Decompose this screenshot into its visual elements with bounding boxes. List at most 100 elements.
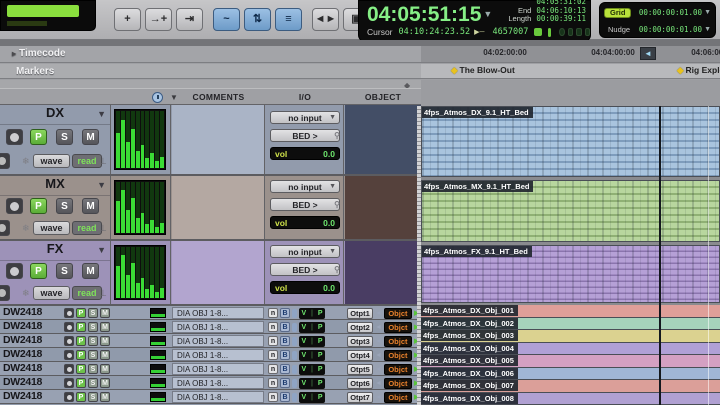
input-monitor-button[interactable]: P bbox=[76, 336, 86, 346]
main-counter[interactable]: 04:05:51:15 ▼ bbox=[367, 2, 492, 27]
automation-mode-button[interactable]: read bbox=[72, 154, 102, 168]
track-view-selector[interactable]: wave bbox=[33, 286, 70, 300]
comments-cell[interactable]: DIA OBJ 1-8... bbox=[172, 349, 264, 361]
bus-button[interactable]: B bbox=[280, 322, 290, 332]
track-name[interactable]: DW2418 bbox=[3, 376, 42, 388]
solo-button[interactable]: S bbox=[56, 198, 73, 214]
mirrored-editing-button[interactable]: ~ bbox=[213, 8, 240, 31]
track-name[interactable]: DX ▼ bbox=[0, 105, 110, 125]
input-monitor-button[interactable]: P bbox=[76, 350, 86, 360]
mute-button[interactable]: M bbox=[100, 322, 110, 332]
solo-button[interactable]: S bbox=[88, 364, 98, 374]
input-selector[interactable]: no input ▼ bbox=[270, 245, 340, 258]
solo-button[interactable]: S bbox=[88, 322, 98, 332]
input-monitor-button[interactable]: P bbox=[30, 198, 47, 214]
grid-mode-button[interactable]: Grid bbox=[604, 7, 632, 18]
output-selector[interactable]: Otpt1 bbox=[347, 307, 373, 319]
markers-ruler[interactable]: ◆The Blow-Out ◆Rig Explode bbox=[421, 64, 720, 78]
chevron-down-icon[interactable]: ▼ bbox=[97, 180, 106, 190]
output-selector[interactable]: BED > ⚲ bbox=[270, 129, 340, 142]
object-toggle-button[interactable]: Objct bbox=[383, 349, 412, 361]
audio-clip-obj[interactable]: 4fps_Atmos_DX_Obj_001 bbox=[421, 305, 720, 318]
audio-clip-obj[interactable]: 4fps_Atmos_DX_Obj_006 bbox=[421, 367, 720, 380]
input-button[interactable] bbox=[0, 220, 10, 236]
output-window-icon[interactable]: ⊥ bbox=[99, 223, 108, 234]
output-selector[interactable]: Otpt2 bbox=[347, 321, 373, 333]
volume-readout[interactable]: vol 0.0 bbox=[270, 147, 340, 160]
record-enable-button[interactable] bbox=[64, 336, 74, 346]
audio-clip-dx-bed[interactable]: 4fps_Atmos_DX_9.1_HT_Bed bbox=[421, 106, 720, 177]
audio-clip-obj[interactable]: 4fps_Atmos_DX_Obj_005 bbox=[421, 355, 720, 368]
vol-pan-readout[interactable]: V | P bbox=[299, 321, 325, 333]
bus-button[interactable]: B bbox=[280, 364, 290, 374]
chevron-down-icon[interactable]: ▼ bbox=[704, 26, 711, 33]
vol-pan-readout[interactable]: V | P bbox=[299, 335, 325, 347]
input-selector[interactable]: no input ▼ bbox=[270, 111, 340, 124]
comments-column-header[interactable]: COMMENTS bbox=[172, 92, 265, 102]
audio-clip-obj[interactable]: 4fps_Atmos_DX_Obj_002 bbox=[421, 317, 720, 330]
timecode-ruler[interactable]: 04:02:00:00 04:04:00:00 04:06:00:00 ◄ bbox=[421, 46, 720, 62]
mute-button[interactable]: M bbox=[82, 129, 99, 145]
bus-button[interactable]: B bbox=[280, 350, 290, 360]
track-name[interactable]: DW2418 bbox=[3, 334, 42, 346]
vol-pan-readout[interactable]: V | P bbox=[299, 391, 325, 403]
metronome-icon[interactable] bbox=[547, 27, 552, 37]
marker-rig-explode[interactable]: ◆Rig Explode bbox=[677, 65, 720, 76]
transport-option-icon[interactable] bbox=[567, 28, 574, 36]
bus-button[interactable]: B bbox=[280, 308, 290, 318]
object-toggle-button[interactable]: Objct bbox=[383, 377, 412, 389]
layered-editing-button[interactable]: ≡ bbox=[275, 8, 302, 31]
solo-button[interactable]: S bbox=[88, 392, 98, 402]
comments-cell[interactable] bbox=[172, 241, 265, 304]
comments-cell[interactable]: DIA OBJ 1-8... bbox=[172, 391, 264, 403]
track-name[interactable]: MX ▼ bbox=[0, 176, 110, 196]
countoff-icon[interactable] bbox=[559, 28, 565, 36]
record-enable-button[interactable] bbox=[64, 364, 74, 374]
midi-merge-icon[interactable] bbox=[534, 28, 542, 36]
audio-clip-mx-bed[interactable]: 4fps_Atmos_MX_9.1_HT_Bed bbox=[421, 180, 720, 242]
object-column-header[interactable]: OBJECT bbox=[345, 92, 421, 102]
mute-button[interactable]: M bbox=[82, 198, 99, 214]
record-enable-button[interactable] bbox=[64, 322, 74, 332]
mute-button[interactable]: M bbox=[100, 378, 110, 388]
chevron-down-icon[interactable]: ▼ bbox=[97, 109, 106, 119]
mute-button[interactable]: M bbox=[100, 336, 110, 346]
narrow-button[interactable]: n bbox=[268, 392, 278, 402]
record-enable-button[interactable] bbox=[64, 350, 74, 360]
mute-button[interactable]: M bbox=[100, 364, 110, 374]
track-view-selector[interactable]: wave bbox=[33, 154, 70, 168]
chevron-down-icon[interactable]: ▼ bbox=[704, 9, 711, 16]
marker-the-blow-out[interactable]: ◆ The Blow-Out bbox=[451, 65, 515, 76]
io-column-header[interactable]: I/O bbox=[266, 92, 344, 102]
mute-button[interactable]: M bbox=[100, 392, 110, 402]
comments-cell[interactable] bbox=[172, 105, 265, 174]
vol-pan-readout[interactable]: V | P bbox=[299, 363, 325, 375]
audio-clip-obj[interactable]: 4fps_Atmos_DX_Obj_007 bbox=[421, 380, 720, 393]
input-monitor-button[interactable]: P bbox=[30, 129, 47, 145]
input-monitor-button[interactable]: P bbox=[76, 378, 86, 388]
track-name[interactable]: DW2418 bbox=[3, 390, 42, 402]
object-cell[interactable] bbox=[345, 241, 421, 304]
record-enable-button[interactable] bbox=[6, 129, 23, 145]
ruler-collapse-icon[interactable]: ▸ bbox=[12, 49, 16, 58]
grid-value[interactable]: 00:00:00:01.00 bbox=[639, 8, 702, 17]
volume-readout[interactable]: vol 0.0 bbox=[270, 216, 340, 229]
audio-clip-fx-bed[interactable]: 4fps_Atmos_FX_9.1_HT_Bed bbox=[421, 245, 720, 303]
solo-button[interactable]: S bbox=[88, 308, 98, 318]
narrow-button[interactable]: n bbox=[268, 322, 278, 332]
record-enable-button[interactable] bbox=[64, 392, 74, 402]
input-monitor-button[interactable]: P bbox=[76, 392, 86, 402]
track-name[interactable]: DW2418 bbox=[3, 306, 42, 318]
narrow-button[interactable]: n bbox=[268, 378, 278, 388]
mute-button[interactable]: M bbox=[100, 350, 110, 360]
output-window-icon[interactable]: ⊥ bbox=[99, 156, 108, 167]
record-enable-button[interactable] bbox=[6, 198, 23, 214]
meter-clock-icon[interactable] bbox=[152, 92, 163, 103]
output-window-icon[interactable]: ⊥ bbox=[99, 288, 108, 299]
record-enable-button[interactable] bbox=[64, 308, 74, 318]
object-cell[interactable] bbox=[345, 105, 421, 174]
zoom-toggle-button[interactable]: + bbox=[114, 8, 141, 31]
automation-mode-button[interactable]: read bbox=[72, 286, 102, 300]
vol-pan-readout[interactable]: V | P bbox=[299, 307, 325, 319]
comments-cell[interactable]: DIA OBJ 1-8... bbox=[172, 363, 264, 375]
